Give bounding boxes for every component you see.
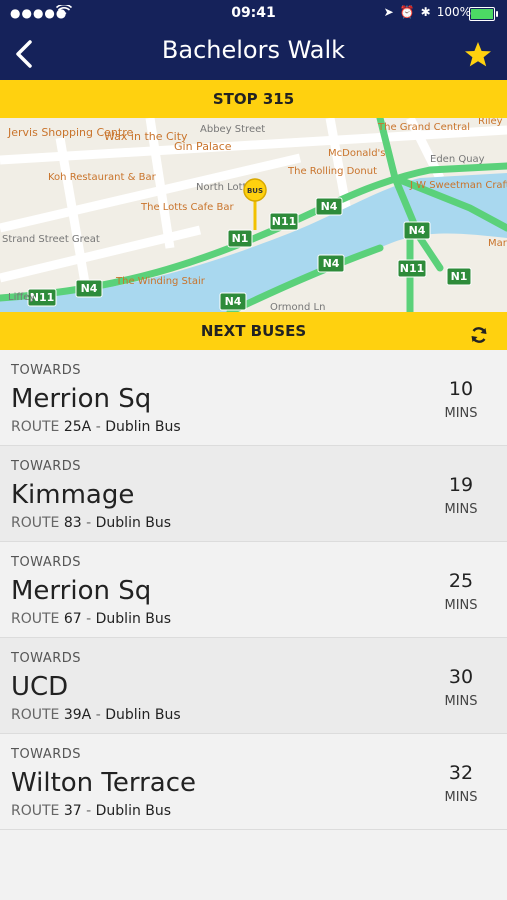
- destination: Kimmage: [11, 480, 135, 510]
- map-place-label: Marl: [488, 238, 507, 249]
- route-info: ROUTE 67 - Dublin Bus: [11, 611, 172, 627]
- map-route-badge: N4: [403, 221, 431, 240]
- svg-text:N1: N1: [232, 232, 249, 245]
- status-bar: ●●●●● 09:41 ➤ ⏰ ✱ 100%: [0, 0, 507, 28]
- eta-unit: MINS: [444, 790, 478, 805]
- map-place-label: The Rolling Donut: [287, 166, 377, 177]
- map-place-label: Riley: [478, 118, 503, 127]
- map-place-label: The Winding Stair: [115, 276, 206, 287]
- map-route-badge: N4: [75, 279, 103, 298]
- svg-text:N4: N4: [81, 282, 98, 295]
- bus-row[interactable]: TOWARDS Kimmage ROUTE 83 - Dublin Bus 19…: [0, 446, 507, 542]
- map-street-label: Ormond Ln: [270, 302, 325, 312]
- operator: Dublin Bus: [95, 515, 172, 531]
- eta-minutes: 32: [448, 762, 474, 784]
- operator: Dublin Bus: [105, 707, 181, 723]
- svg-text:N11: N11: [272, 215, 297, 228]
- bus-row[interactable]: TOWARDS Merrion Sq ROUTE 67 - Dublin Bus…: [0, 542, 507, 638]
- operator: Dublin Bus: [95, 803, 172, 819]
- map-place-label: McDonald's: [328, 148, 386, 159]
- svg-text:N4: N4: [225, 295, 242, 308]
- map-street-label: Abbey Street: [200, 124, 265, 135]
- eta-unit: MINS: [444, 694, 478, 709]
- eta-unit: MINS: [444, 502, 478, 517]
- eta: 32 MINS: [431, 762, 491, 805]
- battery-percent: 100%: [436, 5, 471, 19]
- svg-text:N4: N4: [321, 200, 338, 213]
- eta-unit: MINS: [444, 598, 478, 613]
- route-info: ROUTE 83 - Dublin Bus: [11, 515, 172, 531]
- eta-minutes: 10: [448, 378, 474, 400]
- route-info: ROUTE 39A - Dublin Bus: [11, 707, 181, 723]
- nav-bar: Bachelors Walk: [0, 28, 507, 80]
- svg-text:N4: N4: [323, 257, 340, 270]
- map-place-label: Gin Palace: [174, 140, 232, 153]
- route-info: ROUTE 37 - Dublin Bus: [11, 803, 172, 819]
- svg-text:N4: N4: [409, 224, 426, 237]
- bus-row[interactable]: TOWARDS Merrion Sq ROUTE 25A - Dublin Bu…: [0, 350, 507, 446]
- bus-list: TOWARDS Merrion Sq ROUTE 25A - Dublin Bu…: [0, 350, 507, 830]
- operator: Dublin Bus: [95, 611, 172, 627]
- route-number: 25A: [63, 419, 92, 435]
- map-route-badge: N11: [269, 212, 299, 231]
- towards-label: TOWARDS: [11, 363, 82, 378]
- location-icon: ➤: [383, 5, 394, 19]
- map-place-label: J W Sweetman Craft Brewery: [409, 180, 507, 191]
- bus-row[interactable]: TOWARDS UCD ROUTE 39A - Dublin Bus 30 MIN…: [0, 638, 507, 734]
- map-route-badge: N11: [397, 259, 427, 278]
- eta: 30 MINS: [431, 666, 491, 709]
- map-place-label: Koh Restaurant & Bar: [48, 172, 157, 183]
- svg-text:N11: N11: [400, 262, 425, 275]
- map-route-badge: N4: [317, 254, 345, 273]
- battery-icon: [469, 7, 498, 21]
- map-street-label: Eden Quay: [430, 154, 485, 165]
- map-place-label: The Lotts Cafe Bar: [140, 202, 234, 213]
- eta: 10 MINS: [431, 378, 491, 421]
- destination: Merrion Sq: [11, 576, 152, 606]
- bus-row[interactable]: TOWARDS Wilton Terrace ROUTE 37 - Dublin…: [0, 734, 507, 830]
- map-street-label: Liffey: [8, 292, 35, 303]
- destination: Wilton Terrace: [11, 768, 197, 798]
- route-number: 37: [63, 803, 82, 819]
- map-route-badge: N1: [227, 229, 253, 248]
- destination: UCD: [11, 672, 69, 702]
- star-icon: [465, 42, 491, 67]
- favorite-button[interactable]: [459, 34, 497, 74]
- towards-label: TOWARDS: [11, 459, 82, 474]
- bus-stop-marker[interactable]: BUS: [243, 178, 267, 230]
- eta: 19 MINS: [431, 474, 491, 517]
- map-route-badge: N1: [446, 267, 472, 286]
- towards-label: TOWARDS: [11, 651, 82, 666]
- map-place-label: The Grand Central: [377, 122, 470, 133]
- towards-label: TOWARDS: [11, 747, 82, 762]
- next-buses-header: NEXT BUSES: [0, 312, 507, 350]
- svg-text:N1: N1: [451, 270, 468, 283]
- destination: Merrion Sq: [11, 384, 152, 414]
- stop-number-bar: STOP 315: [0, 80, 507, 118]
- towards-label: TOWARDS: [11, 555, 82, 570]
- route-info: ROUTE 25A - Dublin Bus: [11, 419, 181, 435]
- eta: 25 MINS: [431, 570, 491, 613]
- map-canvas: N1 N11 N4 N4 N11 N4 N4 N4 N11 N1 Jervis …: [0, 118, 507, 312]
- map-view[interactable]: N1 N11 N4 N4 N11 N4 N4 N4 N11 N1 Jervis …: [0, 118, 507, 312]
- refresh-icon: [471, 327, 487, 343]
- eta-minutes: 19: [448, 474, 474, 496]
- map-street-label: Strand Street Great: [2, 234, 100, 245]
- map-route-badge: N4: [315, 197, 343, 216]
- svg-text:BUS: BUS: [247, 187, 263, 195]
- operator: Dublin Bus: [105, 419, 181, 435]
- status-right: ➤ ⏰ ✱ 100%: [384, 5, 471, 19]
- map-route-badge: N4: [219, 292, 247, 311]
- page-title: Bachelors Walk: [161, 36, 346, 64]
- bluetooth-icon: ✱: [420, 5, 431, 19]
- route-number: 83: [63, 515, 82, 531]
- eta-minutes: 25: [448, 570, 474, 592]
- route-number: 39A: [63, 707, 92, 723]
- refresh-button[interactable]: [469, 321, 489, 343]
- eta-unit: MINS: [444, 406, 478, 421]
- route-number: 67: [63, 611, 82, 627]
- eta-minutes: 30: [448, 666, 474, 688]
- next-buses-label: NEXT BUSES: [200, 322, 307, 340]
- alarm-icon: ⏰: [399, 5, 415, 19]
